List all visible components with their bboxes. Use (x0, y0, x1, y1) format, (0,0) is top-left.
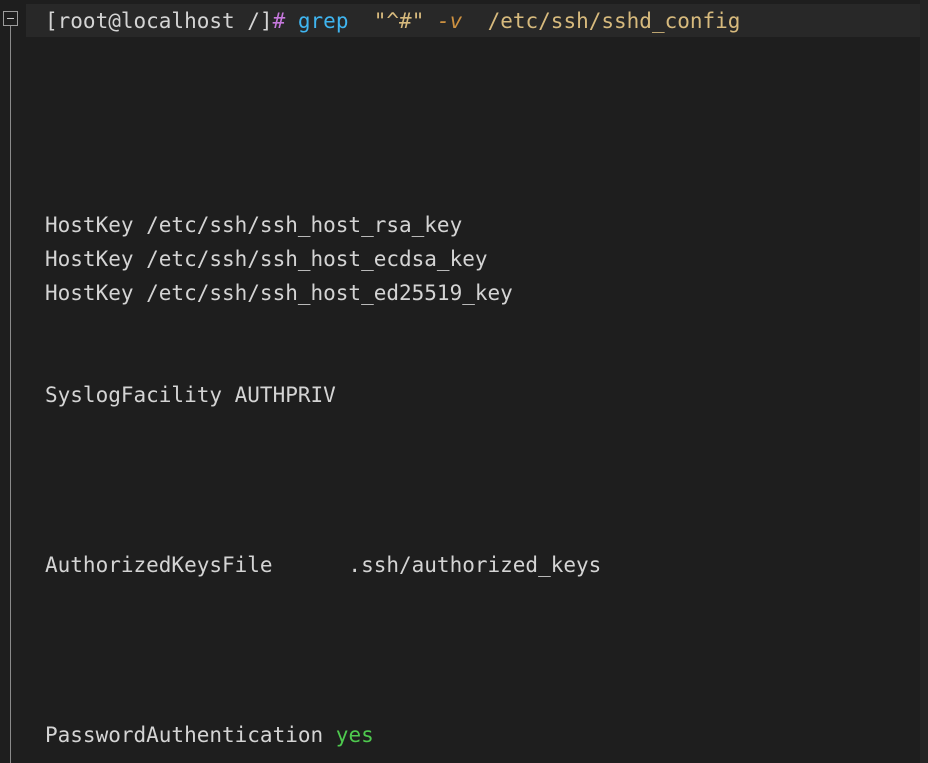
command-path: /etc/ssh/sshd_config (487, 9, 741, 33)
output-line-hostkey-ed25519: HostKey /etc/ssh/ssh_host_ed25519_key (45, 281, 513, 305)
fold-gutter (0, 0, 26, 763)
output-line-hostkey-ecdsa: HostKey /etc/ssh/ssh_host_ecdsa_key (45, 247, 488, 271)
vertical-scrollbar[interactable] (920, 0, 928, 763)
command-name: grep (297, 9, 349, 33)
output-line-password-auth: PasswordAuthentication yes (45, 718, 374, 752)
command-flag: -v (437, 9, 463, 33)
command-line[interactable]: [root@localhost /]# grep "^#" -v /etc/ss… (45, 4, 740, 38)
terminal-window[interactable]: [root@localhost /]# grep "^#" -v /etc/ss… (0, 0, 928, 763)
password-auth-value: yes (335, 723, 374, 747)
collapse-icon[interactable] (3, 11, 18, 26)
prompt-symbol: # (272, 9, 286, 33)
command-pattern: "^#" (373, 9, 425, 33)
fold-guide-line (10, 26, 11, 763)
password-auth-key: PasswordAuthentication (45, 723, 336, 747)
output-line-syslog-facility: SyslogFacility AUTHPRIV (45, 383, 336, 407)
output-line-authorized-keys: AuthorizedKeysFile .ssh/authorized_keys (45, 553, 602, 577)
prompt-user-host: [root@localhost /] (45, 9, 273, 33)
output-line-hostkey-rsa: HostKey /etc/ssh/ssh_host_rsa_key (45, 213, 463, 237)
